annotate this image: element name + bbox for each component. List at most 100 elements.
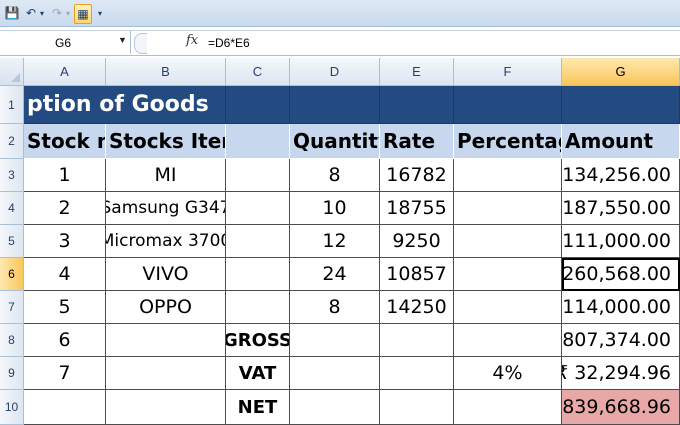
empty-cell[interactable]: [226, 291, 290, 324]
active-cell-g6[interactable]: ₹ 260,568.00: [562, 258, 680, 291]
empty-cell[interactable]: [226, 225, 290, 258]
stock-no-cell[interactable]: 4: [24, 258, 106, 291]
amount-cell[interactable]: ₹ 134,256.00: [562, 159, 680, 192]
stock-item-cell[interactable]: Samsung G347: [106, 192, 226, 225]
column-header-b[interactable]: B: [106, 58, 226, 86]
empty-cell[interactable]: [24, 390, 106, 425]
column-header-f[interactable]: F: [454, 58, 562, 86]
select-all-button[interactable]: [0, 58, 24, 86]
empty-cell[interactable]: [106, 357, 226, 390]
column-header-g[interactable]: G: [562, 58, 680, 86]
title-cell-c[interactable]: [226, 86, 290, 124]
percentage-cell[interactable]: [454, 291, 562, 324]
stock-item-cell[interactable]: MI: [106, 159, 226, 192]
row-header-1[interactable]: 1: [0, 86, 24, 124]
customize-toolbar-icon[interactable]: ▾: [95, 4, 105, 22]
stock-item-cell[interactable]: OPPO: [106, 291, 226, 324]
empty-cell[interactable]: [290, 357, 380, 390]
row-header-3[interactable]: 3: [0, 159, 24, 192]
header-quantity[interactable]: Quantity: [290, 124, 380, 159]
stock-no-cell[interactable]: 5: [24, 291, 106, 324]
rate-cell[interactable]: 9250: [380, 225, 454, 258]
stock-item-cell[interactable]: VIVO: [106, 258, 226, 291]
row-header-4[interactable]: 4: [0, 192, 24, 225]
name-box-dropdown-icon[interactable]: ▼: [118, 35, 127, 45]
amount-cell[interactable]: ₹ 111,000.00: [562, 225, 680, 258]
empty-cell[interactable]: [226, 192, 290, 225]
quick-access-toolbar: 💾 ↶ ▾ ↷ ▾ ▦ ▾: [0, 0, 680, 27]
stock-no-cell[interactable]: 1: [24, 159, 106, 192]
gross-amount-cell[interactable]: ₹ 807,374.00: [562, 324, 680, 357]
formula-bar-splitter[interactable]: [134, 33, 147, 54]
undo-dropdown-icon[interactable]: ▾: [38, 4, 46, 22]
empty-cell[interactable]: [290, 324, 380, 357]
stock-no-cell[interactable]: 6: [24, 324, 106, 357]
amount-cell[interactable]: ₹ 114,000.00: [562, 291, 680, 324]
rate-cell[interactable]: 14250: [380, 291, 454, 324]
empty-cell[interactable]: [226, 159, 290, 192]
column-header-a[interactable]: A: [24, 58, 106, 86]
row-header-7[interactable]: 7: [0, 291, 24, 324]
quantity-cell[interactable]: 12: [290, 225, 380, 258]
row-header-8[interactable]: 8: [0, 324, 24, 357]
column-header-d[interactable]: D: [290, 58, 380, 86]
row-header-5[interactable]: 5: [0, 225, 24, 258]
quantity-cell[interactable]: 8: [290, 159, 380, 192]
row-header-10[interactable]: 10: [0, 390, 24, 425]
save-icon[interactable]: 💾: [4, 4, 20, 22]
vat-label[interactable]: VAT: [226, 357, 290, 390]
rate-cell[interactable]: 16782: [380, 159, 454, 192]
formula-input[interactable]: =D6*E6: [208, 36, 250, 50]
title-cell-g[interactable]: [562, 86, 680, 124]
empty-cell[interactable]: [454, 324, 562, 357]
header-percentage[interactable]: Percentage: [454, 124, 562, 159]
stock-item-cell[interactable]: Micromax 3700: [106, 225, 226, 258]
amount-cell[interactable]: ₹ 187,550.00: [562, 192, 680, 225]
percentage-cell[interactable]: [454, 192, 562, 225]
empty-cell[interactable]: [106, 390, 226, 425]
stock-no-cell[interactable]: 2: [24, 192, 106, 225]
empty-cell[interactable]: [380, 324, 454, 357]
title-cell-f[interactable]: [454, 86, 562, 124]
stock-no-cell[interactable]: 3: [24, 225, 106, 258]
row-header-6[interactable]: 6: [0, 258, 24, 291]
redo-dropdown-icon[interactable]: ▾: [64, 4, 72, 22]
stock-no-cell[interactable]: 7: [24, 357, 106, 390]
header-rate[interactable]: Rate: [380, 124, 454, 159]
rate-cell[interactable]: 18755: [380, 192, 454, 225]
percentage-cell[interactable]: [454, 225, 562, 258]
empty-cell[interactable]: [380, 357, 454, 390]
net-label[interactable]: NET: [226, 390, 290, 425]
quantity-cell[interactable]: 8: [290, 291, 380, 324]
title-cell-e[interactable]: [380, 86, 454, 124]
title-cell-d[interactable]: [290, 86, 380, 124]
header-amount[interactable]: Amount: [562, 124, 680, 159]
quantity-cell[interactable]: 24: [290, 258, 380, 291]
sheet-title-cell[interactable]: ption of Goods: [24, 86, 226, 124]
percentage-cell[interactable]: [454, 159, 562, 192]
row-header-2[interactable]: 2: [0, 124, 24, 159]
quantity-cell[interactable]: 10: [290, 192, 380, 225]
net-amount-cell[interactable]: ₹ 839,668.96: [562, 390, 680, 425]
empty-cell[interactable]: [226, 258, 290, 291]
redo-icon[interactable]: ↷: [50, 4, 64, 22]
insert-function-icon[interactable]: fx: [186, 33, 198, 48]
vat-amount-cell[interactable]: ₹ 32,294.96: [562, 357, 680, 390]
header-stock-no[interactable]: Stock no.: [24, 124, 106, 159]
percentage-cell[interactable]: [454, 258, 562, 291]
rate-cell[interactable]: 10857: [380, 258, 454, 291]
header-stocks-items[interactable]: Stocks Items: [106, 124, 226, 159]
empty-cell[interactable]: [106, 324, 226, 357]
header-cell-c[interactable]: [226, 124, 290, 159]
vat-percentage-cell[interactable]: 4%: [454, 357, 562, 390]
empty-cell[interactable]: [454, 390, 562, 425]
name-box[interactable]: G6 ▼: [0, 31, 131, 54]
row-header-9[interactable]: 9: [0, 357, 24, 390]
calculator-icon[interactable]: ▦: [74, 4, 92, 24]
column-header-e[interactable]: E: [380, 58, 454, 86]
gross-label[interactable]: GROSS: [226, 324, 290, 357]
column-header-c[interactable]: C: [226, 58, 290, 86]
undo-icon[interactable]: ↶: [24, 4, 38, 22]
empty-cell[interactable]: [380, 390, 454, 425]
empty-cell[interactable]: [290, 390, 380, 425]
